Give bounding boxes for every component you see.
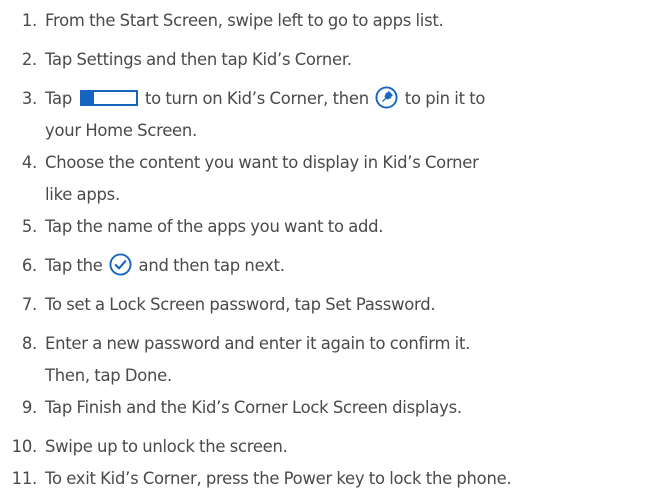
step-text: Tap Finish and the Kid’s Corner Lock Scr…	[45, 398, 462, 417]
step-number: 5.	[21, 217, 37, 236]
step-text: From the Start Screen, swipe left to go …	[45, 11, 444, 30]
step-text: Tap to turn on Kid’s Corner, then to pin…	[45, 83, 485, 147]
step-text-line2: your Home Screen.	[45, 121, 197, 140]
step-text-line2: like apps.	[45, 185, 120, 204]
check-circle-icon	[109, 253, 132, 276]
step-number: 6.	[21, 256, 37, 275]
step-number: 7.	[21, 295, 37, 314]
step-number: 11.	[11, 469, 38, 488]
instruction-list: 1. From the Start Screen, swipe left to …	[0, 0, 659, 495]
toggle-switch-icon	[80, 85, 139, 106]
step-number: 2.	[21, 50, 37, 69]
step-text-line2: Then, tap Done.	[45, 366, 172, 385]
step-text: Choose the content you want to display i…	[45, 147, 479, 211]
step-number: 8.	[21, 334, 37, 353]
step-text-part: Enter a new password and enter it again …	[45, 334, 471, 353]
step-text: To set a Lock Screen password, tap Set P…	[45, 295, 436, 314]
step-number: 9.	[21, 398, 37, 417]
step-text-part: to turn on Kid’s Corner, then	[144, 89, 369, 108]
step-number: 10.	[11, 437, 38, 456]
step-text: Enter a new password and enter it again …	[45, 328, 470, 392]
step-text: Tap the name of the apps you want to add…	[45, 217, 384, 236]
step-text: To exit Kid’s Corner, press the Power ke…	[45, 469, 512, 488]
pin-icon	[375, 86, 398, 109]
step-text-part: Tap the	[45, 256, 103, 275]
step-text-part: to pin it to	[404, 89, 486, 108]
step-text-part: and then tap next.	[138, 256, 285, 275]
step-number: 4.	[21, 153, 37, 172]
step-text: Tap the and then tap next.	[45, 250, 285, 282]
step-number: 3.	[21, 89, 37, 108]
step-text-part: Choose the content you want to display i…	[45, 153, 479, 172]
step-number: 1.	[21, 11, 37, 30]
step-text: Swipe up to unlock the screen.	[45, 437, 288, 456]
step-text: Tap Settings and then tap Kid’s Corner.	[45, 50, 352, 69]
step-text-part: Tap	[45, 89, 72, 108]
